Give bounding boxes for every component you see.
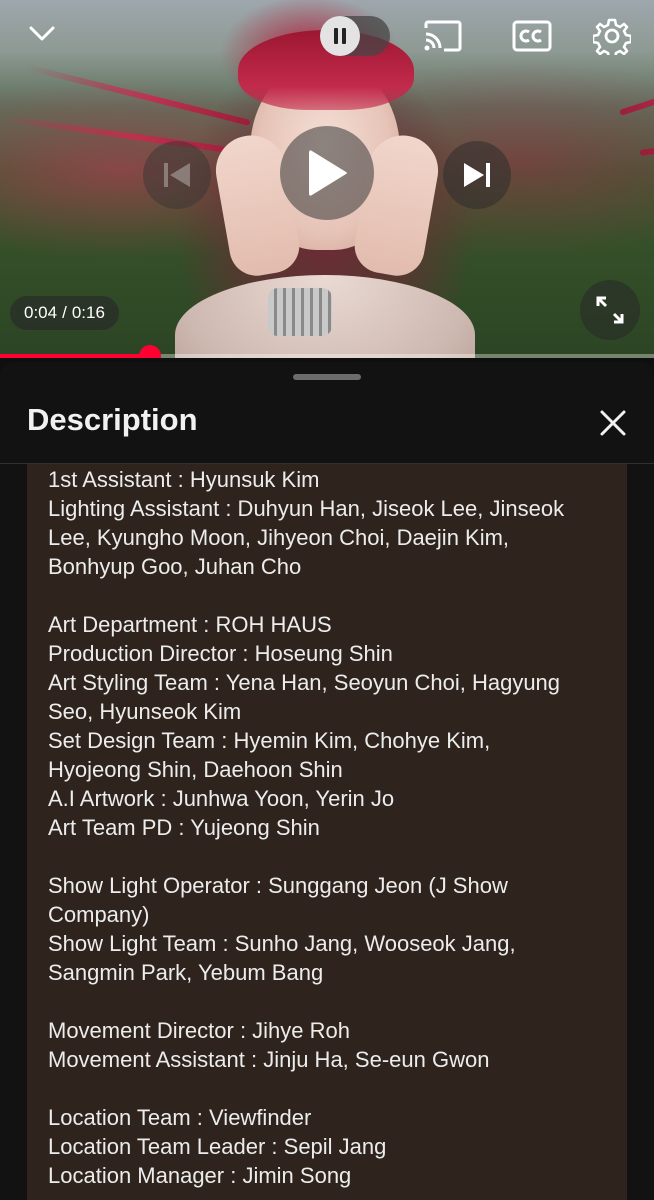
description-line: A.I Artwork : Junhwa Yoon, Yerin Jo <box>48 786 395 811</box>
video-player[interactable]: 0:04/0:16 <box>0 0 654 358</box>
description-line: Movement Assistant : Jinju Ha, Se-eun Gw… <box>48 1047 490 1072</box>
description-line: Company) <box>48 902 150 927</box>
progress-bar[interactable] <box>0 345 654 358</box>
progress-bar-played <box>0 354 151 358</box>
cast-button[interactable] <box>418 14 468 58</box>
description-blank-line <box>48 1074 613 1103</box>
skip-next-icon <box>464 163 490 187</box>
description-line: Bonhyup Goo, Juhan Cho <box>48 554 302 579</box>
description-line: Location Team Leader : Sepil Jang <box>48 1134 387 1159</box>
description-line: Show Light Operator : Sunggang Jeon (J S… <box>48 873 508 898</box>
description-line: Location Manager : Jimin Song <box>48 1163 352 1188</box>
gear-icon <box>593 18 631 55</box>
fullscreen-button[interactable] <box>580 280 640 340</box>
description-line: Location Team : Viewfinder <box>48 1105 312 1130</box>
description-line: Hyojeong Shin, Daehoon Shin <box>48 757 343 782</box>
autoplay-toggle[interactable] <box>320 16 390 56</box>
captions-button[interactable] <box>508 14 556 58</box>
close-icon <box>600 410 626 436</box>
description-title: Description <box>27 402 198 437</box>
description-line: Set Design Team : Hyemin Kim, Chohye Kim… <box>48 728 491 753</box>
time-display: 0:04/0:16 <box>10 296 119 330</box>
play-button[interactable] <box>280 126 374 220</box>
play-icon <box>309 150 347 196</box>
video-frame-hair <box>2 115 251 156</box>
chevron-down-icon <box>29 26 55 41</box>
sheet-drag-handle[interactable] <box>293 374 361 380</box>
skip-previous-icon <box>164 163 190 187</box>
description-line: Art Department : ROH HAUS <box>48 612 332 637</box>
next-button[interactable] <box>443 141 511 209</box>
description-text: 1st Assistant : Hyunsuk Kim Lighting Assi… <box>27 464 627 1190</box>
description-blank-line <box>48 842 613 871</box>
settings-button[interactable] <box>588 12 636 60</box>
description-blank-line <box>48 581 613 610</box>
video-frame-bracelet <box>268 288 332 336</box>
video-frame-hair <box>639 116 654 156</box>
pause-icon <box>334 28 346 44</box>
cast-icon <box>424 20 462 52</box>
description-line: Movement Director : Jihye Roh <box>48 1018 350 1043</box>
description-line: 1st Assistant : Hyunsuk Kim <box>48 467 320 492</box>
description-line: Seo, Hyunseok Kim <box>48 699 242 724</box>
description-line: Art Team PD : Yujeong Shin <box>48 815 320 840</box>
time-separator: / <box>62 303 67 322</box>
video-frame-hair <box>26 64 251 126</box>
description-text-panel[interactable]: 1st Assistant : Hyunsuk Kim Lighting Assi… <box>27 464 627 1200</box>
total-time: 0:16 <box>71 303 105 322</box>
cc-icon <box>512 20 552 52</box>
current-time: 0:04 <box>24 303 58 322</box>
description-line: Show Light Team : Sunho Jang, Wooseok Ja… <box>48 931 516 956</box>
collapse-button[interactable] <box>22 16 62 52</box>
description-line: Production Director : Hoseung Shin <box>48 641 393 666</box>
description-line: Lighting Assistant : Duhyun Han, Jiseok … <box>48 496 565 521</box>
fullscreen-icon <box>596 296 624 324</box>
description-line: Art Styling Team : Yena Han, Seoyun Choi… <box>48 670 561 695</box>
progress-scrubber-handle[interactable] <box>139 345 162 358</box>
description-line: Lee, Kyungho Moon, Jihyeon Choi, Daejin … <box>48 525 510 550</box>
close-button[interactable] <box>596 406 630 440</box>
description-sheet: Description 1st Assistant : Hyunsuk Kim L… <box>0 362 654 1200</box>
description-line: Sangmin Park, Yebum Bang <box>48 960 324 985</box>
previous-button[interactable] <box>143 141 211 209</box>
autoplay-toggle-knob <box>320 16 360 56</box>
description-blank-line <box>48 987 613 1016</box>
